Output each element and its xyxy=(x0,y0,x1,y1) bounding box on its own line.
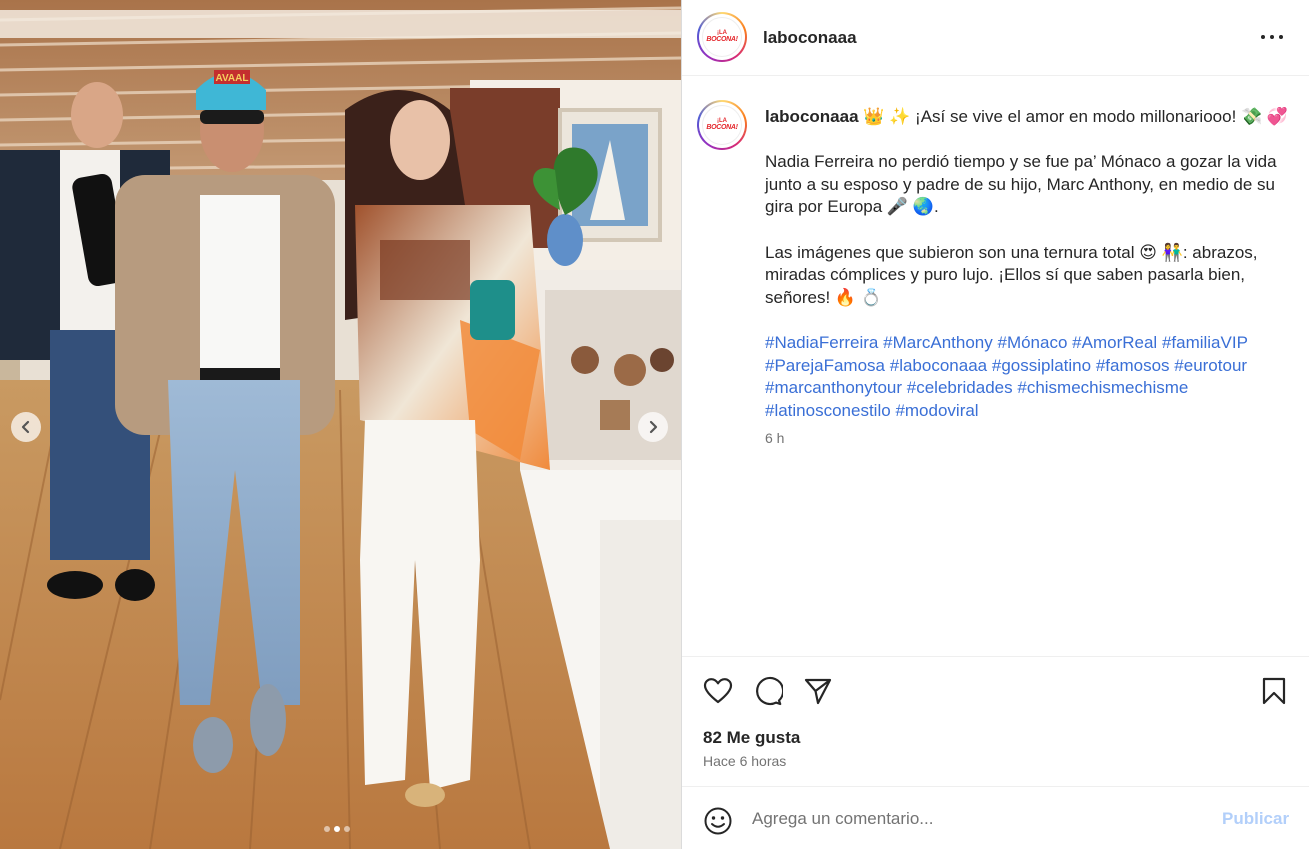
carousel-indicator xyxy=(324,826,350,832)
hashtag-link[interactable]: #celebridades xyxy=(907,378,1013,397)
publish-button[interactable]: Publicar xyxy=(1222,809,1289,829)
hashtag-link[interactable]: #NadiaFerreira xyxy=(765,333,878,352)
share-button[interactable] xyxy=(800,673,836,709)
hashtag-link[interactable]: #marcanthonytour xyxy=(765,378,902,397)
likes-count[interactable]: 82 Me gusta xyxy=(703,728,800,748)
brand-logo: ¡LA BOCONA! xyxy=(702,17,742,57)
post-actions: 82 Me gusta Hace 6 horas xyxy=(682,656,1309,786)
hashtag-link[interactable]: #modoviral xyxy=(895,401,978,420)
post-header: ¡LA BOCONA! laboconaaa xyxy=(682,0,1309,76)
caption-paragraph: Las imágenes que subieron son una ternur… xyxy=(765,242,1258,307)
heart-icon xyxy=(703,678,733,704)
chevron-right-icon xyxy=(649,420,658,434)
post-photo: AVAAL xyxy=(0,0,681,849)
brand-logo: ¡LA BOCONA! xyxy=(702,105,742,145)
carousel-dot xyxy=(344,826,350,832)
hashtag-link[interactable]: #eurotour xyxy=(1174,356,1247,375)
more-options-button[interactable] xyxy=(1258,27,1286,47)
logo-text: BOCONA! xyxy=(706,36,738,43)
save-button[interactable] xyxy=(1256,673,1292,709)
comment-icon xyxy=(756,676,783,706)
comment-bar: Publicar xyxy=(682,786,1309,849)
emoji-button[interactable] xyxy=(700,803,736,839)
post-caption: ¡LA BOCONA! laboconaaa 👑 ✨ ¡Así se vive … xyxy=(682,76,1309,656)
hashtag-list: #NadiaFerreira #MarcAnthony #Mónaco #Amo… xyxy=(765,332,1295,422)
avatar[interactable]: ¡LA BOCONA! xyxy=(697,12,747,62)
more-horizontal-icon xyxy=(1261,35,1265,39)
hashtag-link[interactable]: #AmorReal xyxy=(1072,333,1157,352)
hashtag-link[interactable]: #Mónaco xyxy=(997,333,1067,352)
next-slide-button[interactable] xyxy=(638,412,668,442)
hashtag-link[interactable]: #famosos xyxy=(1096,356,1170,375)
comment-button[interactable] xyxy=(750,673,786,709)
emoji-icon xyxy=(704,807,732,835)
chevron-left-icon xyxy=(21,420,30,434)
hashtag-link[interactable]: #latinosconestilo xyxy=(765,401,891,420)
caption-paragraph: Nadia Ferreira no perdió tiempo y se fue… xyxy=(765,152,1277,217)
caption-text: laboconaaa 👑 ✨ ¡Así se vive el amor en m… xyxy=(765,106,1295,445)
bookmark-icon xyxy=(1262,677,1286,705)
caption-username-link[interactable]: laboconaaa xyxy=(765,107,859,126)
previous-slide-button[interactable] xyxy=(11,412,41,442)
hashtag-link[interactable]: #familiaVIP xyxy=(1162,333,1248,352)
hashtag-link[interactable]: #MarcAnthony xyxy=(883,333,993,352)
carousel-dot-active xyxy=(334,826,340,832)
hashtag-link[interactable]: #chismechismechisme xyxy=(1017,378,1188,397)
more-horizontal-icon xyxy=(1279,35,1283,39)
like-button[interactable] xyxy=(700,673,736,709)
caption-timestamp[interactable]: 6 h xyxy=(765,430,784,446)
caption-line: 👑 ✨ ¡Así se vive el amor en modo millona… xyxy=(858,107,1289,126)
hat-text: AVAAL xyxy=(216,73,249,84)
username-link[interactable]: laboconaaa xyxy=(763,28,857,48)
carousel-dot xyxy=(324,826,330,832)
post-panel: ¡LA BOCONA! laboconaaa ¡LA BOCONA! laboc… xyxy=(682,0,1309,849)
hashtag-link[interactable]: #gossiplatino xyxy=(992,356,1091,375)
post-timestamp: Hace 6 horas xyxy=(703,753,787,769)
logo-text: BOCONA! xyxy=(706,124,738,131)
hashtag-link[interactable]: #laboconaaa xyxy=(890,356,987,375)
hashtag-link[interactable]: #ParejaFamosa xyxy=(765,356,885,375)
caption-avatar[interactable]: ¡LA BOCONA! xyxy=(697,100,747,150)
more-horizontal-icon xyxy=(1270,35,1274,39)
post-media[interactable]: AVAAL xyxy=(0,0,681,849)
send-icon xyxy=(804,678,832,705)
comment-input[interactable] xyxy=(752,805,1192,833)
